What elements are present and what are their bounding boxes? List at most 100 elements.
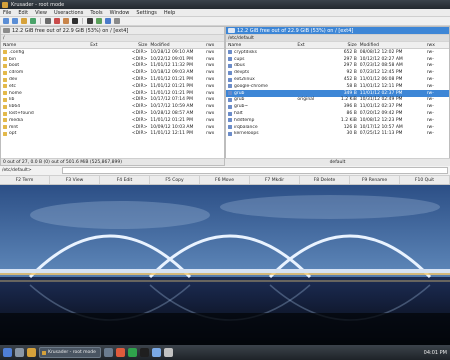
- file-row[interactable]: grub 349 B 11/01/12 02:37 PM rw-: [226, 89, 449, 97]
- f2-term-button[interactable]: F2 Term: [0, 176, 50, 184]
- col-name[interactable]: Name: [1, 43, 90, 48]
- command-input[interactable]: [62, 167, 448, 174]
- col-attr[interactable]: rwx: [206, 43, 224, 48]
- file-row[interactable]: cryptdisks 652 B 08/08/12 12:02 PM rw-: [226, 49, 449, 56]
- network-icon[interactable]: [152, 348, 161, 357]
- file-size: 297 B: [343, 56, 357, 62]
- up-icon[interactable]: [30, 18, 36, 24]
- search-icon[interactable]: [72, 18, 78, 24]
- f7-mkdir-button[interactable]: F7 Mkdir: [250, 176, 300, 184]
- left-path-bar[interactable]: /: [1, 35, 224, 42]
- firefox-icon[interactable]: [116, 348, 125, 357]
- move-icon[interactable]: [63, 18, 69, 24]
- chrome-icon[interactable]: [128, 348, 137, 357]
- refresh-icon[interactable]: [45, 18, 51, 24]
- f10-quit-button[interactable]: F10 Quit: [400, 176, 450, 184]
- file-row[interactable]: home <DIR> 11/01/12 01:21 PM rwx: [1, 90, 224, 97]
- home-icon[interactable]: [21, 18, 27, 24]
- file-row[interactable]: boot <DIR> 11/01/12 11:32 PM rwx: [1, 63, 224, 70]
- show-desktop-icon[interactable]: [15, 348, 24, 357]
- col-name[interactable]: Name: [226, 43, 297, 48]
- menu-window[interactable]: Window: [110, 10, 130, 16]
- file-row[interactable]: halt 86 B 07/20/12 09:42 PM rw-: [226, 110, 449, 117]
- taskbar-task-krusader[interactable]: Krusader - root mode: [39, 347, 101, 358]
- file-name-cell: lib: [1, 97, 90, 102]
- col-size[interactable]: Size: [329, 43, 360, 48]
- sync-icon[interactable]: [105, 18, 111, 24]
- col-attr[interactable]: rwx: [427, 43, 449, 48]
- tab-default[interactable]: default: [330, 160, 346, 165]
- menu-useractions[interactable]: Useractions: [54, 10, 83, 16]
- file-attr: rwx: [206, 56, 215, 62]
- col-ext[interactable]: Ext: [297, 43, 328, 48]
- file-row[interactable]: mnt <DIR> 10/09/12 10:03 AM rwx: [1, 124, 224, 131]
- file-row[interactable]: media <DIR> 11/01/12 01:21 PM rwx: [1, 117, 224, 124]
- start-menu-icon[interactable]: [3, 348, 12, 357]
- menu-view[interactable]: View: [35, 10, 47, 16]
- file-size: 396 B: [343, 104, 357, 110]
- volume-icon[interactable]: [164, 348, 173, 357]
- menu-settings[interactable]: Settings: [136, 10, 157, 16]
- file-row[interactable]: cups 297 B 10/12/12 02:27 AM rw-: [226, 56, 449, 63]
- terminal-icon[interactable]: [140, 348, 149, 357]
- f3-view-button[interactable]: F3 View: [50, 176, 100, 184]
- file-row[interactable]: devpts 92 B 07/23/12 12:45 PM rw-: [226, 69, 449, 76]
- copy-icon[interactable]: [54, 18, 60, 24]
- file-row[interactable]: hddtemp 1.2 KiB 10/08/12 12:23 PM rw-: [226, 117, 449, 124]
- menu-file[interactable]: File: [3, 10, 11, 16]
- right-path-bar[interactable]: /etc/default: [226, 35, 449, 42]
- col-ext[interactable]: Ext: [90, 43, 117, 48]
- col-size[interactable]: Size: [117, 43, 150, 48]
- left-column-headers: Name Ext Size Modified rwx: [1, 42, 224, 49]
- file-name-cell: lost+found: [1, 111, 90, 116]
- file-row[interactable]: .config <DIR> 10/28/12 09:10 AM rwx: [1, 49, 224, 56]
- f9-rename-button[interactable]: F9 Rename: [350, 176, 400, 184]
- f8-delete-button[interactable]: F8 Delete: [300, 176, 350, 184]
- file-name-cell: halt: [226, 111, 297, 116]
- file-row[interactable]: grub~ 396 B 11/01/12 02:37 PM rw-: [226, 103, 449, 110]
- file-size: 30 B: [346, 131, 357, 137]
- f6-move-button[interactable]: F6 Move: [200, 176, 250, 184]
- file-row[interactable]: lib64 <DIR> 10/17/12 10:59 AM rwx: [1, 103, 224, 110]
- file-row[interactable]: opt <DIR> 11/01/12 12:11 PM rwx: [1, 131, 224, 138]
- file-row[interactable]: kerneloops 30 B 07/25/12 11:13 PM rw-: [226, 131, 449, 138]
- file-modified: 10/09/12 10:03 AM: [150, 124, 194, 130]
- file-attr: rwx: [206, 70, 215, 76]
- f5-copy-button[interactable]: F5 Copy: [150, 176, 200, 184]
- col-modified[interactable]: Modified: [360, 43, 427, 48]
- file-row[interactable]: dev <DIR> 11/01/12 01:21 PM rwx: [1, 76, 224, 83]
- back-icon[interactable]: [3, 18, 9, 24]
- f4-edit-button[interactable]: F4 Edit: [100, 176, 150, 184]
- folder-icon: [3, 131, 7, 136]
- file-row[interactable]: cdrom <DIR> 10/18/12 09:03 AM rwx: [1, 69, 224, 76]
- file-size: <DIR>: [131, 77, 148, 83]
- menu-help[interactable]: Help: [164, 10, 175, 16]
- file-row[interactable]: grub original 1.2 KiB 10/31/12 02:49 PM rw-: [226, 97, 449, 104]
- clock[interactable]: 04:01 PM: [424, 350, 447, 356]
- menu-edit[interactable]: Edit: [18, 10, 28, 16]
- left-status-text: 0 out of 27, 0.0 B (0) out of 501.6 MiB …: [3, 159, 123, 165]
- settings-icon[interactable]: [114, 18, 120, 24]
- file-attr: rwx: [206, 111, 215, 117]
- folder-icon: [3, 91, 7, 96]
- file-size: <DIR>: [131, 117, 148, 123]
- file-row[interactable]: irqbalance 126 B 10/17/12 10:57 AM rw-: [226, 124, 449, 131]
- file-row[interactable]: etc <DIR> 11/01/12 01:21 PM rwx: [1, 83, 224, 90]
- file-row[interactable]: dbus 297 B 07/23/12 08:58 AM rw-: [226, 63, 449, 70]
- file-row[interactable]: ext2linux 452 B 11/01/12 06:08 PM rw-: [226, 76, 449, 83]
- file-modified: 10/12/12 02:27 AM: [359, 56, 403, 62]
- file-row[interactable]: lost+found <DIR> 10/28/12 08:57 AM rwx: [1, 110, 224, 117]
- file-attr: rwx: [206, 131, 215, 137]
- file-row[interactable]: bin <DIR> 10/22/12 09:01 PM rwx: [1, 56, 224, 63]
- forward-icon[interactable]: [12, 18, 18, 24]
- file-row[interactable]: lib <DIR> 10/17/12 07:14 PM rwx: [1, 97, 224, 104]
- menu-tools[interactable]: Tools: [90, 10, 102, 16]
- virtualbox-icon[interactable]: [104, 348, 113, 357]
- file-row[interactable]: google-chrome 58 B 11/01/12 12:11 PM rw-: [226, 83, 449, 90]
- compare-icon[interactable]: [96, 18, 102, 24]
- file-manager-icon[interactable]: [27, 348, 36, 357]
- col-modified[interactable]: Modified: [150, 43, 206, 48]
- terminal-icon[interactable]: [87, 18, 93, 24]
- file-modified: 07/23/12 08:58 AM: [359, 63, 403, 69]
- file-modified: 08/08/12 12:02 PM: [359, 49, 403, 55]
